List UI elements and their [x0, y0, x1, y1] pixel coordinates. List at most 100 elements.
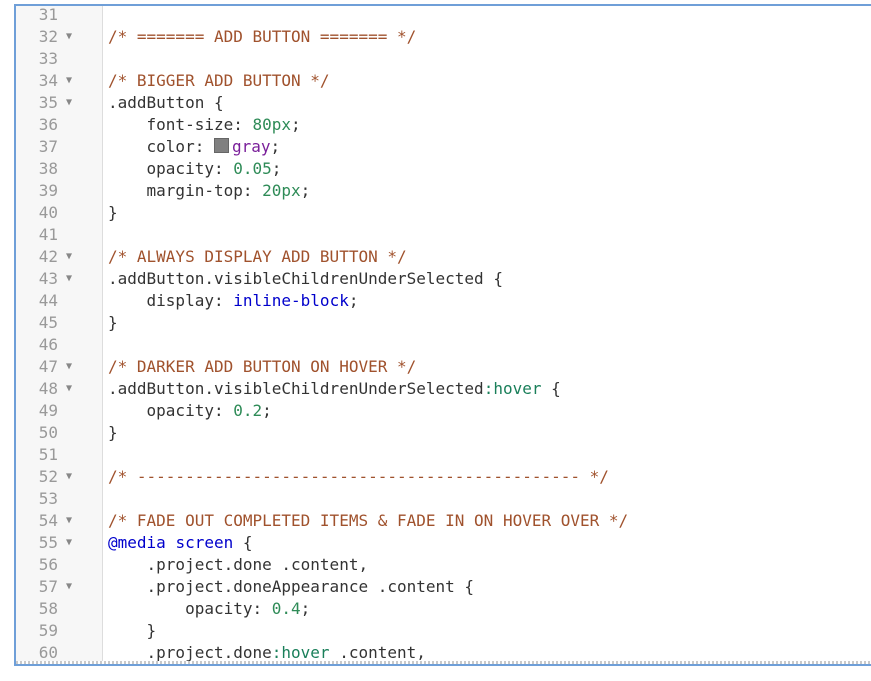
code-token: font-size: [108, 115, 253, 134]
code-line[interactable]: 49 opacity: 0.2; [16, 400, 871, 422]
code-text[interactable]: } [108, 312, 118, 334]
code-token: .addButton { [108, 93, 224, 112]
code-text[interactable]: margin-top: 20px; [108, 180, 311, 202]
code-line[interactable]: 33 [16, 48, 871, 70]
code-token: .addButton.visibleChildrenUnderSelected … [108, 269, 503, 288]
code-line[interactable]: 32 ▼ /* ======= ADD BUTTON ======= */ [16, 26, 871, 48]
code-text[interactable]: .project.done .content, [108, 554, 369, 576]
fold-toggle-icon[interactable]: ▼ [64, 378, 74, 400]
code-text[interactable]: .addButton.visibleChildrenUnderSelected … [108, 268, 503, 290]
line-number: 45 [38, 313, 58, 332]
code-line[interactable]: 34 ▼ /* BIGGER ADD BUTTON */ [16, 70, 871, 92]
code-text[interactable]: @media screen { [108, 532, 253, 554]
line-number: 36 [38, 115, 58, 134]
code-line[interactable]: 50} [16, 422, 871, 444]
code-line[interactable]: 47 ▼ /* DARKER ADD BUTTON ON HOVER */ [16, 356, 871, 378]
code-lines[interactable]: 31 32 ▼/* ======= ADD BUTTON ======= */33 3… [16, 6, 871, 664]
code-token: /* ALWAYS DISPLAY ADD BUTTON */ [108, 247, 407, 266]
fold-toggle-icon[interactable]: ▼ [64, 70, 74, 92]
code-text[interactable]: display: inline-block; [108, 290, 359, 312]
code-token: opacity: [108, 401, 234, 420]
code-text[interactable]: /* -------------------------------------… [108, 466, 609, 488]
line-number: 50 [38, 423, 58, 442]
fold-toggle-icon[interactable]: ▼ [64, 532, 74, 554]
fold-toggle-icon[interactable]: ▼ [64, 268, 74, 290]
fold-toggle-icon[interactable]: ▼ [64, 92, 74, 114]
code-line[interactable]: 52 ▼ /* ----------------------------------… [16, 466, 871, 488]
code-text[interactable]: /* ALWAYS DISPLAY ADD BUTTON */ [108, 246, 407, 268]
fold-toggle-icon[interactable]: ▼ [64, 26, 74, 48]
code-token: .content, [329, 643, 426, 662]
line-number: 49 [38, 401, 58, 420]
code-line[interactable]: 51 [16, 444, 871, 466]
code-text[interactable]: opacity: 0.4; [108, 598, 310, 620]
color-swatch-icon[interactable] [213, 138, 229, 153]
code-line[interactable]: 45} [16, 312, 871, 334]
code-token: ; [262, 401, 272, 420]
code-line[interactable]: 41 [16, 224, 871, 246]
code-line[interactable]: 59 } [16, 620, 871, 642]
code-token: } [108, 203, 118, 222]
code-line[interactable]: 37 color: gray; [16, 136, 871, 158]
code-token: opacity: [108, 159, 234, 178]
line-number: 42 [38, 247, 58, 266]
code-line[interactable]: 55 ▼ @media screen { [16, 532, 871, 554]
fold-toggle-icon[interactable]: ▼ [64, 246, 74, 268]
code-text[interactable]: } [108, 422, 118, 444]
code-text[interactable]: /* FADE OUT COMPLETED ITEMS & FADE IN ON… [108, 510, 628, 532]
fold-toggle-icon[interactable]: ▼ [64, 356, 74, 378]
code-text[interactable]: /* DARKER ADD BUTTON ON HOVER */ [108, 356, 416, 378]
line-number: 41 [38, 225, 58, 244]
fold-toggle-icon[interactable]: ▼ [64, 576, 74, 598]
code-line[interactable]: 43 ▼ .addButton.visibleChildrenUnderSelect… [16, 268, 871, 290]
line-number: 57 [38, 577, 58, 596]
code-token: /* DARKER ADD BUTTON ON HOVER */ [108, 357, 417, 376]
code-line[interactable]: 46 [16, 334, 871, 356]
code-text[interactable]: font-size: 80px; [108, 114, 301, 136]
code-text[interactable]: /* ======= ADD BUTTON ======= */ [108, 26, 416, 48]
line-number: 46 [38, 335, 58, 354]
code-token: 20px [262, 181, 301, 200]
code-line[interactable]: 53 [16, 488, 871, 510]
code-line[interactable]: 54 ▼ /* FADE OUT COMPLETED ITEMS & FADE IN… [16, 510, 871, 532]
code-line[interactable]: 40} [16, 202, 871, 224]
horizontal-scrollbar[interactable] [16, 661, 871, 664]
code-line[interactable]: 58 opacity: 0.4; [16, 598, 871, 620]
line-number: 32 [38, 27, 58, 46]
code-text[interactable]: opacity: 0.2; [108, 400, 272, 422]
code-editor[interactable]: 31 32 ▼/* ======= ADD BUTTON ======= */33 3… [14, 4, 871, 666]
line-number: 51 [38, 445, 58, 464]
code-token: /* FADE OUT COMPLETED ITEMS & FADE IN ON… [108, 511, 629, 530]
code-text[interactable]: opacity: 0.05; [108, 158, 282, 180]
code-line[interactable]: 36 font-size: 80px; [16, 114, 871, 136]
code-text[interactable]: .addButton.visibleChildrenUnderSelected:… [108, 378, 561, 400]
code-line[interactable]: 56 .project.done .content, [16, 554, 871, 576]
code-text[interactable]: .addButton { [108, 92, 224, 114]
code-token: ; [291, 115, 301, 134]
line-number: 48 [38, 379, 58, 398]
code-line[interactable]: 48 ▼ .addButton.visibleChildrenUnderSelect… [16, 378, 871, 400]
code-line[interactable]: 35 ▼ .addButton { [16, 92, 871, 114]
line-number: 33 [38, 49, 58, 68]
code-token: screen [175, 533, 234, 552]
code-line[interactable]: 38 opacity: 0.05; [16, 158, 871, 180]
code-token: opacity: [108, 599, 272, 618]
code-line[interactable]: 44 display: inline-block; [16, 290, 871, 312]
line-number: 34 [38, 71, 58, 90]
code-text[interactable]: color: gray; [108, 136, 281, 158]
code-text[interactable]: } [108, 620, 157, 642]
code-line[interactable]: 39 margin-top: 20px; [16, 180, 871, 202]
code-text[interactable]: .project.doneAppearance .content { [108, 576, 475, 598]
code-token: ; [270, 137, 281, 156]
code-token: @media [108, 533, 166, 552]
code-text[interactable]: /* BIGGER ADD BUTTON */ [108, 70, 330, 92]
code-line[interactable]: 31 [16, 6, 871, 26]
code-token: :hover [271, 643, 330, 662]
code-line[interactable]: 57 ▼ .project.doneAppearance .content { [16, 576, 871, 598]
line-number: 54 [38, 511, 58, 530]
code-text[interactable]: } [108, 202, 118, 224]
code-line[interactable]: 42 ▼ /* ALWAYS DISPLAY ADD BUTTON */ [16, 246, 871, 268]
fold-toggle-icon[interactable]: ▼ [64, 466, 74, 488]
fold-toggle-icon[interactable]: ▼ [64, 510, 74, 532]
